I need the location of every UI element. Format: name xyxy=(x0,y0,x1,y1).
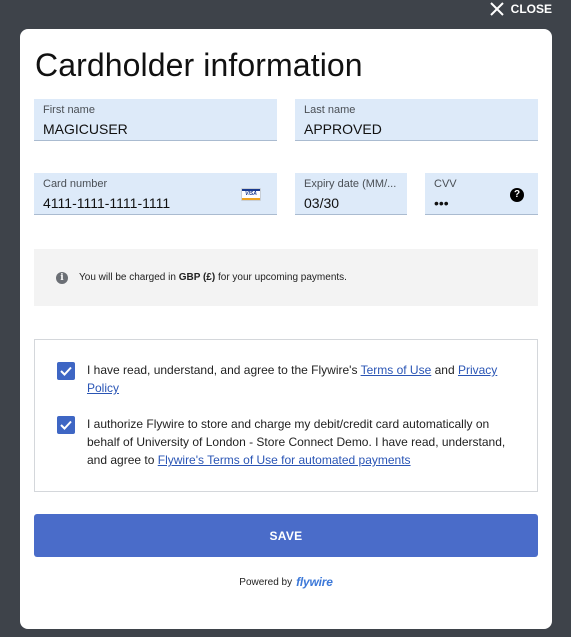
info-icon: i xyxy=(56,271,68,284)
autopay-checkbox[interactable] xyxy=(57,416,75,434)
card-number-label: Card number xyxy=(43,178,108,190)
card-number-field[interactable]: Card number 4111-1111-1111-1111 VISA xyxy=(34,173,277,215)
close-button[interactable]: CLOSE xyxy=(489,0,552,18)
save-button[interactable]: SAVE xyxy=(34,514,538,557)
first-name-value[interactable]: MAGICUSER xyxy=(43,121,268,137)
card-number-value[interactable]: 4111-1111-1111-1111 xyxy=(43,195,268,211)
close-label: CLOSE xyxy=(510,2,552,16)
last-name-value[interactable]: APPROVED xyxy=(304,121,529,137)
cvv-field[interactable]: CVV ••• ? xyxy=(425,173,538,215)
automated-payments-terms-link[interactable]: Flywire's Terms of Use for automated pay… xyxy=(158,453,411,467)
last-name-field[interactable]: Last name APPROVED xyxy=(295,99,538,141)
check-icon xyxy=(60,366,72,376)
terms-consent-text: I have read, understand, and agree to th… xyxy=(87,363,498,395)
powered-by-label: Powered by xyxy=(239,576,293,588)
help-icon[interactable]: ? xyxy=(510,188,524,202)
expiry-date-value[interactable]: 03/30 xyxy=(304,195,398,211)
notice-text: You will be charged in GBP (£) for your … xyxy=(79,272,347,283)
first-name-label: First name xyxy=(43,104,95,116)
currency-label: GBP (£) xyxy=(178,272,216,283)
terms-checkbox[interactable] xyxy=(57,362,75,380)
cardholder-modal: Cardholder information First name MAGICU… xyxy=(20,29,552,629)
autopay-consent-row: I authorize Flywire to store and charge … xyxy=(57,415,523,469)
first-name-field[interactable]: First name MAGICUSER xyxy=(34,99,277,141)
powered-by: Powered by flywire xyxy=(20,575,552,589)
consent-box: I have read, understand, and agree to th… xyxy=(34,339,538,492)
check-icon xyxy=(60,420,72,430)
flywire-logo: flywire xyxy=(296,575,333,589)
expiry-date-label: Expiry date (MM/... xyxy=(304,178,397,190)
terms-consent-row: I have read, understand, and agree to th… xyxy=(57,361,523,397)
close-icon xyxy=(489,2,504,16)
visa-card-icon: VISA xyxy=(241,188,261,201)
autopay-consent-text: I authorize Flywire to store and charge … xyxy=(87,417,506,467)
currency-notice: i You will be charged in GBP (£) for you… xyxy=(34,249,538,306)
page-title: Cardholder information xyxy=(35,47,363,83)
visa-card-text: VISA xyxy=(245,191,257,197)
last-name-label: Last name xyxy=(304,104,356,116)
expiry-date-field[interactable]: Expiry date (MM/... 03/30 xyxy=(295,173,407,215)
terms-of-use-link[interactable]: Terms of Use xyxy=(361,363,432,377)
